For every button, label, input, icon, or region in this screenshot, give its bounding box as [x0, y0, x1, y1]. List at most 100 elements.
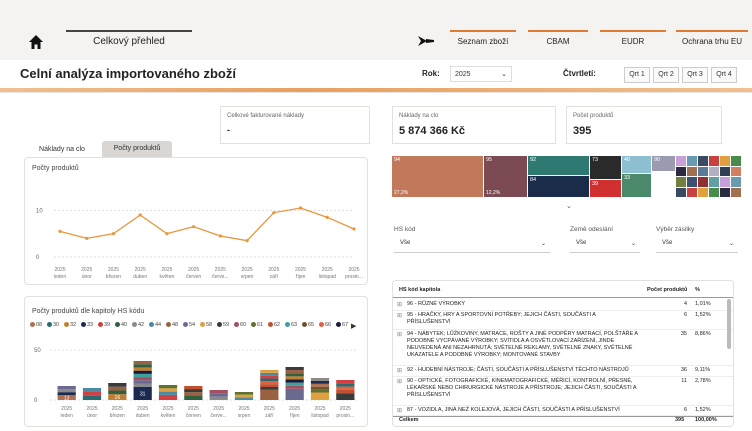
legend-item[interactable]: 48 [166, 322, 178, 328]
treemap-block[interactable]: 92 [528, 156, 589, 175]
line-chart-point[interactable] [272, 211, 276, 215]
home-icon[interactable] [28, 34, 44, 50]
hs-code-dropdown[interactable]: Vše ⌄ [394, 240, 550, 253]
table-row[interactable]: ⊞ 90 - OPTICKÉ, FOTOGRAFICKÉ, KINEMATOGRA… [393, 377, 733, 406]
expand-plus-icon[interactable]: ⊞ [397, 407, 402, 414]
bar-segment[interactable] [57, 389, 76, 393]
bar-segment[interactable] [108, 383, 127, 387]
treemap-block[interactable]: 73 [590, 156, 621, 179]
bar-segment[interactable] [285, 367, 304, 371]
bar-segment[interactable] [260, 370, 279, 373]
bar-segment[interactable] [285, 388, 304, 400]
bar-segment[interactable] [108, 386, 127, 391]
treemap-block[interactable] [698, 166, 708, 176]
bar-segment[interactable] [209, 390, 228, 394]
treemap-block[interactable] [687, 156, 697, 166]
table-row[interactable]: ⊞ 96 - RŮZNÉ VÝROBKY 4 1,01% [393, 300, 733, 311]
legend-item[interactable]: 33 [81, 322, 93, 328]
line-chart-point[interactable] [58, 229, 62, 233]
legend-item[interactable]: 39 [98, 322, 110, 328]
table-row[interactable]: ⊞ 95 - HRAČKY, HRY A SPORTOVNÍ POTŘEBY; J… [393, 311, 733, 330]
bar-segment[interactable] [133, 364, 152, 368]
treemap-block[interactable] [676, 187, 686, 197]
bar-segment[interactable] [285, 373, 304, 377]
treemap-block[interactable] [698, 187, 708, 197]
line-chart-point[interactable] [192, 225, 196, 229]
year-select[interactable]: 2025 ⌄ [450, 66, 512, 82]
legend-item[interactable]: 60 [234, 322, 246, 328]
bar-segment[interactable] [133, 377, 152, 381]
collapse-arrow-icon[interactable]: ⌄ [566, 202, 572, 210]
bar-segment[interactable] [82, 391, 102, 396]
bar-segment[interactable] [184, 386, 203, 390]
bar-segment[interactable] [234, 397, 254, 400]
bar-segment[interactable] [133, 380, 152, 384]
tab-duty-costs[interactable]: Náklady na clo [28, 143, 96, 157]
table-row[interactable]: ⊞ 92 - HUDEBNÍ NÁSTROJE; ČÁSTI, SOUČÁSTI … [393, 366, 733, 377]
bar-segment[interactable] [234, 392, 254, 395]
bar-segment[interactable] [260, 378, 279, 382]
bar-segment[interactable] [285, 370, 304, 374]
bar-segment[interactable] [133, 361, 152, 365]
nav-button-eudr[interactable]: EUDR [600, 30, 666, 54]
treemap-block[interactable]: 94 27,2% [392, 156, 483, 197]
treemap-block[interactable]: 33 [622, 174, 651, 197]
treemap-block[interactable] [731, 156, 741, 166]
bar-segment[interactable] [184, 395, 203, 400]
bar-segment[interactable] [82, 388, 102, 392]
nav-button-cbam[interactable]: CBAM [528, 30, 588, 54]
bar-segment[interactable] [310, 378, 330, 381]
bar-segment[interactable] [285, 382, 304, 386]
nav-button-goods-list[interactable]: Seznam zboží [450, 30, 516, 54]
bar-segment[interactable] [260, 384, 279, 387]
table-scrollbar[interactable] [727, 299, 731, 349]
line-chart-point[interactable] [218, 234, 222, 238]
expand-plus-icon[interactable]: ⊞ [397, 331, 402, 338]
nav-button-eu-protection[interactable]: Ochrana trhu EU [676, 30, 748, 54]
quarter-button-1[interactable]: Qrt 1 [624, 67, 650, 83]
shipment-dropdown[interactable]: Vše ⌄ [656, 240, 738, 253]
col-header-chapter[interactable]: HS kód kapitola [399, 287, 440, 293]
treemap-block[interactable] [676, 177, 686, 187]
treemap-block[interactable] [731, 177, 741, 187]
bar-segment[interactable] [310, 380, 330, 384]
expand-plus-icon[interactable]: ⊞ [397, 378, 402, 385]
treemap-block[interactable] [698, 177, 708, 187]
legend-item[interactable]: 63 [285, 322, 297, 328]
col-header-count[interactable]: Počet produktů [647, 287, 687, 293]
legend-item[interactable]: 54 [183, 322, 195, 328]
line-chart-point[interactable] [138, 213, 142, 217]
bar-segment[interactable] [285, 385, 304, 389]
legend-item[interactable]: 08 [30, 322, 42, 328]
bar-segment[interactable] [133, 373, 152, 378]
bar-segment[interactable] [336, 383, 355, 387]
legend-item[interactable]: 32 [64, 322, 76, 328]
expand-plus-icon[interactable]: ⊞ [397, 367, 402, 374]
line-chart-point[interactable] [298, 206, 303, 210]
legend-item[interactable]: 67 [336, 322, 348, 328]
col-header-pct[interactable]: % [695, 287, 700, 293]
bar-segment[interactable] [234, 394, 254, 398]
bar-segment[interactable] [310, 383, 330, 387]
bar-segment[interactable] [133, 370, 152, 374]
bar-segment[interactable] [336, 380, 355, 384]
bar-segment[interactable] [158, 388, 178, 392]
bar-segment[interactable] [184, 392, 203, 396]
legend-item[interactable]: 65 [302, 322, 314, 328]
treemap-block[interactable] [709, 177, 719, 187]
bar-segment[interactable] [285, 379, 304, 383]
expand-plus-icon[interactable]: ⊞ [397, 301, 402, 308]
treemap-block[interactable]: 90 [652, 156, 675, 171]
line-chart-point[interactable] [85, 236, 89, 240]
treemap-block[interactable]: 95 12,2% [484, 156, 527, 197]
treemap-block[interactable] [720, 156, 730, 166]
legend-item[interactable]: 59 [217, 322, 229, 328]
treemap-block[interactable]: 84 [528, 176, 589, 197]
quarter-button-4[interactable]: Qrt 4 [711, 67, 737, 83]
legend-item[interactable]: 44 [149, 322, 161, 328]
bar-segment[interactable] [82, 395, 102, 400]
treemap-block[interactable] [720, 187, 730, 197]
line-chart-point[interactable] [165, 232, 169, 236]
bar-segment[interactable] [57, 386, 76, 390]
line-chart-point[interactable] [245, 239, 249, 243]
